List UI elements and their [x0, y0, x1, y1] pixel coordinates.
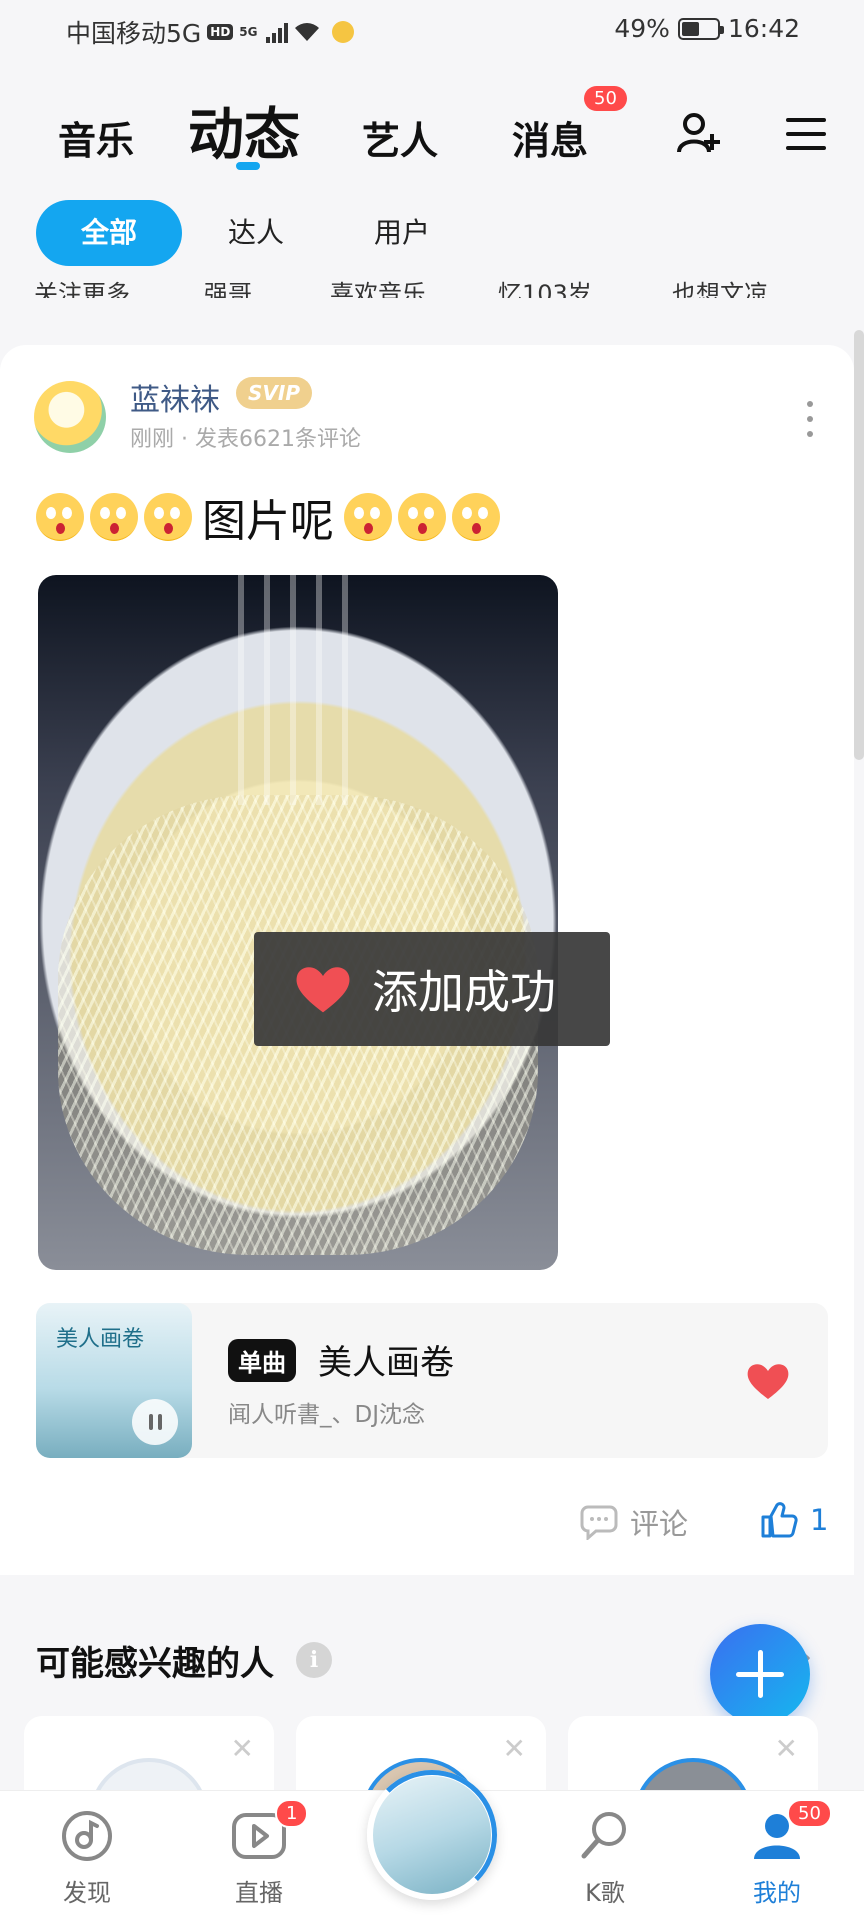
- nav-discover[interactable]: 发现: [27, 1809, 147, 1908]
- network-type-label: 5G: [239, 25, 258, 39]
- hd-icon: HD: [207, 24, 234, 40]
- add-friend-icon[interactable]: [676, 110, 722, 156]
- status-bar: 中国移动5G HD 5G 49% 16:42: [0, 0, 864, 60]
- now-playing-disc[interactable]: [367, 1770, 497, 1900]
- comment-label: 评论: [630, 1507, 689, 1541]
- filter-row: 全部 达人 用户: [0, 200, 864, 270]
- carrier-text: 中国移动5G: [66, 19, 202, 48]
- tab-artists[interactable]: 艺人: [362, 110, 438, 165]
- signal-icon: [265, 21, 288, 43]
- post-photo[interactable]: [38, 575, 558, 1270]
- album-cover-title: 美人画卷: [56, 1327, 145, 1352]
- status-left: 中国移动5G HD 5G: [66, 14, 354, 50]
- status-right: 49% 16:42: [614, 14, 800, 43]
- nav-mine[interactable]: 我的 50: [717, 1799, 837, 1908]
- peek-row: 关注更多 强哥 喜欢音乐... 忆103岁... 也想文凉: [0, 268, 864, 298]
- post-text: 图片呢: [202, 496, 334, 547]
- song-title[interactable]: 美人画卷: [318, 1335, 454, 1384]
- more-options-icon[interactable]: [806, 401, 814, 437]
- comment-icon: [580, 1505, 618, 1540]
- surprised-emoji-icon: [452, 493, 500, 541]
- surprised-emoji-icon: [36, 493, 84, 541]
- comment-button[interactable]: 评论: [580, 1501, 688, 1543]
- pause-icon[interactable]: [132, 1399, 178, 1445]
- create-post-button[interactable]: [710, 1624, 810, 1724]
- heart-icon[interactable]: [746, 1361, 790, 1401]
- tab-messages[interactable]: 消息: [512, 110, 588, 165]
- nav-label: 直播: [235, 1879, 283, 1907]
- filter-users[interactable]: 用户: [342, 200, 462, 266]
- nav-label: K歌: [585, 1879, 625, 1907]
- post-content: 图片呢: [36, 485, 500, 549]
- clock: 16:42: [727, 14, 800, 43]
- thumbs-up-icon: [761, 1502, 798, 1538]
- peek-item[interactable]: 关注更多: [34, 274, 130, 298]
- filter-all[interactable]: 全部: [36, 200, 182, 266]
- album-cover[interactable]: 美人画卷: [36, 1303, 192, 1458]
- peek-item[interactable]: 强哥: [204, 274, 252, 298]
- nav-label: 我的: [753, 1879, 801, 1907]
- music-disc-icon: [62, 1811, 112, 1861]
- info-icon[interactable]: i: [296, 1642, 332, 1678]
- song-card[interactable]: 美人画卷 单曲 美人画卷 闻人听書_、DJ沈念: [36, 1303, 828, 1458]
- nav-karaoke[interactable]: K歌: [545, 1809, 665, 1908]
- close-icon[interactable]: ✕: [231, 1732, 254, 1765]
- toast: 添加成功: [254, 932, 610, 1046]
- like-count: 1: [810, 1503, 829, 1537]
- active-tab-indicator: [236, 162, 260, 170]
- battery-icon: [677, 17, 724, 40]
- photo-fork: [238, 575, 348, 805]
- live-badge: 1: [275, 1799, 309, 1828]
- notification-dot-icon: [331, 21, 354, 43]
- like-button[interactable]: 1: [760, 1501, 828, 1539]
- nav-label: 发现: [63, 1879, 111, 1907]
- peek-item[interactable]: 也想文凉: [672, 274, 768, 298]
- svip-badge: SVIP: [236, 377, 312, 409]
- post-actions: 评论 1: [0, 1495, 854, 1555]
- surprised-emoji-icon: [90, 493, 138, 541]
- scrollbar[interactable]: [854, 330, 864, 760]
- suggestions-title: 可能感兴趣的人: [36, 1644, 274, 1684]
- post-username[interactable]: 蓝袜袜: [130, 375, 220, 419]
- top-nav: 音乐 动态 艺人 消息 50: [0, 60, 864, 180]
- surprised-emoji-icon: [398, 493, 446, 541]
- mine-badge: 50: [787, 1799, 832, 1828]
- peek-item[interactable]: 喜欢音乐...: [330, 274, 449, 298]
- avatar[interactable]: [34, 381, 106, 453]
- playback-progress-ring: [367, 1770, 497, 1900]
- surprised-emoji-icon: [344, 493, 392, 541]
- surprised-emoji-icon: [144, 493, 192, 541]
- nav-live[interactable]: 直播 1: [199, 1799, 319, 1908]
- post-meta: 刚刚 · 发表6621条评论: [130, 427, 361, 452]
- microphone-icon: [581, 1812, 626, 1859]
- menu-icon[interactable]: [786, 116, 826, 152]
- tab-feed[interactable]: 动态: [188, 90, 300, 171]
- close-icon[interactable]: ✕: [775, 1732, 798, 1765]
- close-icon[interactable]: ✕: [503, 1732, 526, 1765]
- peek-item[interactable]: 忆103岁...: [498, 274, 615, 298]
- single-tag: 单曲: [228, 1339, 296, 1382]
- battery-percent: 49%: [614, 14, 670, 43]
- toast-text: 添加成功: [372, 965, 556, 1019]
- wifi-icon: [294, 23, 319, 41]
- messages-badge: 50: [584, 86, 627, 111]
- filter-experts[interactable]: 达人: [196, 200, 316, 266]
- song-artist[interactable]: 闻人听書_、DJ沈念: [228, 1395, 425, 1429]
- heart-icon: [296, 967, 350, 1013]
- tab-music[interactable]: 音乐: [58, 110, 134, 165]
